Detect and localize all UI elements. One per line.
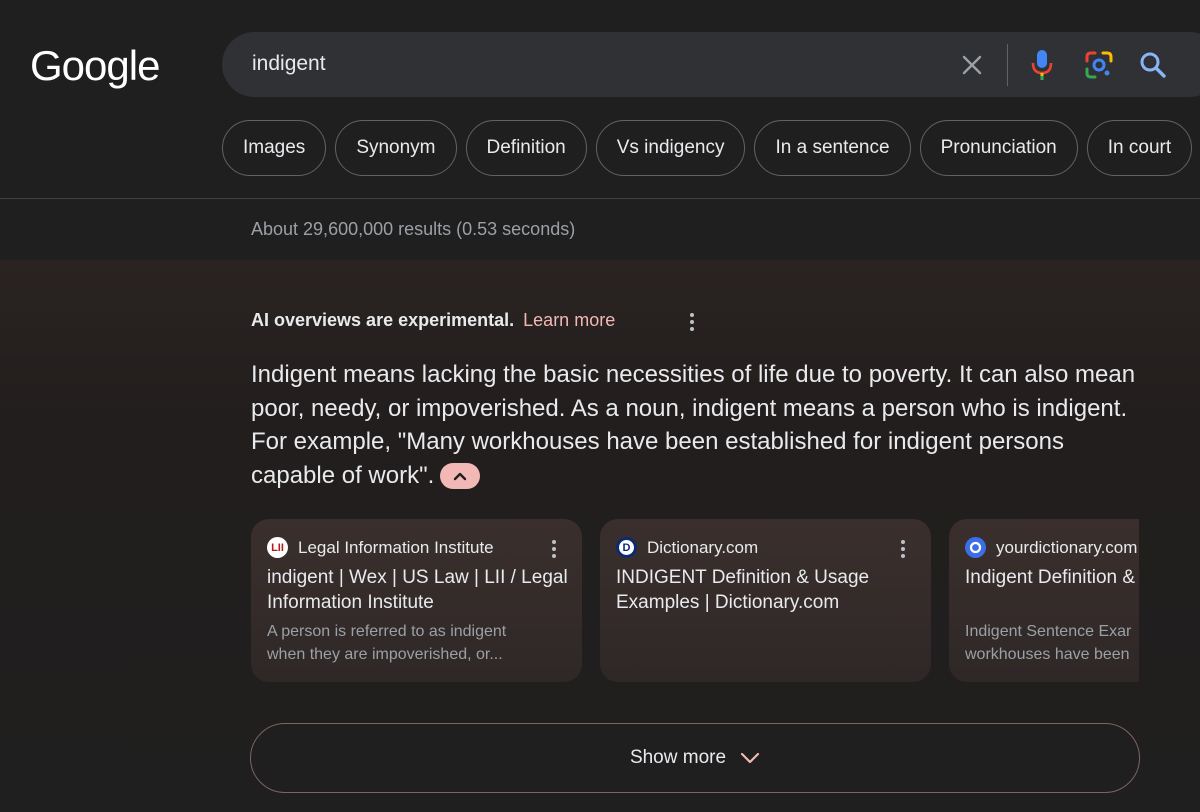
card-snippet-line: Indigent Sentence Exar — [965, 623, 1132, 640]
ai-overview-more-icon[interactable] — [690, 313, 694, 331]
google-lens-icon[interactable] — [1082, 48, 1116, 82]
yourdictionary-favicon-icon — [965, 537, 986, 558]
search-bar-divider — [1007, 44, 1008, 86]
lii-favicon-icon: LII — [267, 537, 288, 558]
show-more-button[interactable]: Show more — [250, 723, 1140, 793]
card-more-icon[interactable] — [552, 540, 556, 558]
microphone-icon[interactable] — [1025, 48, 1059, 82]
search-bar[interactable]: indigent — [222, 32, 1200, 97]
chevron-up-icon — [454, 472, 467, 481]
card-source: LII Legal Information Institute — [267, 537, 494, 558]
ai-overview-text: Indigent means lacking the basic necessi… — [251, 358, 1141, 492]
chip-synonym[interactable]: Synonym — [335, 120, 457, 176]
card-title[interactable]: indigent | Wex | US Law | LII / Legal In… — [267, 565, 572, 615]
card-snippet-line: workhouses have been — [965, 646, 1130, 663]
clear-icon[interactable] — [955, 48, 989, 82]
chip-in-court[interactable]: In court — [1086, 120, 1193, 176]
card-snippet-line: A person is referred to as indigent — [267, 623, 507, 640]
show-more-label: Show more — [629, 747, 727, 768]
ai-overview-label: AI overviews are experimental. — [251, 310, 515, 330]
ai-overview-header: AI overviews are experimental. Learn mor… — [251, 310, 615, 331]
ai-overview-paragraph: Indigent means lacking the basic necessi… — [251, 361, 1136, 489]
chip-images[interactable]: Images — [222, 120, 327, 176]
search-icon[interactable] — [1136, 48, 1170, 82]
card-source: D Dictionary.com — [616, 537, 758, 558]
dictionary-favicon-icon: D — [616, 537, 637, 558]
chip-in-a-sentence[interactable]: In a sentence — [754, 120, 911, 176]
source-card[interactable]: LII Legal Information Institute indigent… — [251, 519, 582, 682]
card-snippet: A person is referred to as indigent when… — [267, 620, 572, 666]
source-cards: LII Legal Information Institute indigent… — [251, 519, 1139, 682]
card-more-icon[interactable] — [901, 540, 905, 558]
source-card[interactable]: D Dictionary.com INDIGENT Definition & U… — [600, 519, 931, 682]
chip-pronunciation[interactable]: Pronunciation — [919, 120, 1078, 176]
chevron-down-icon — [740, 752, 760, 764]
google-logo[interactable]: Google — [30, 42, 160, 90]
card-title[interactable]: INDIGENT Definition & Usage Examples | D… — [616, 565, 921, 615]
collapse-button[interactable] — [440, 463, 481, 490]
card-title[interactable]: Indigent Definition & YourDictionary — [965, 565, 1139, 590]
source-card[interactable]: yourdictionary.com Indigent Definition &… — [949, 519, 1139, 682]
card-snippet-line: when they are impoverished, or... — [267, 646, 503, 663]
search-input[interactable]: indigent — [252, 52, 326, 76]
card-source: yourdictionary.com — [965, 537, 1137, 558]
search-filter-chips: Images Synonym Definition Vs indigency I… — [222, 120, 1193, 176]
result-stats: About 29,600,000 results (0.53 seconds) — [251, 219, 576, 239]
learn-more-link[interactable]: Learn more — [523, 310, 615, 330]
card-source-name: Legal Information Institute — [298, 537, 494, 557]
card-source-name: Dictionary.com — [647, 537, 759, 557]
ai-overview: AI overviews are experimental. Learn mor… — [0, 260, 1200, 812]
card-snippet: Indigent Sentence Exar workhouses have b… — [965, 620, 1139, 666]
header-divider — [0, 198, 1200, 199]
chip-vs-indigency[interactable]: Vs indigency — [595, 120, 746, 176]
search-results-page: Google indigent Images Synonym Definitio… — [0, 0, 1200, 812]
card-source-name: yourdictionary.com — [996, 537, 1138, 557]
chip-definition[interactable]: Definition — [465, 120, 587, 176]
